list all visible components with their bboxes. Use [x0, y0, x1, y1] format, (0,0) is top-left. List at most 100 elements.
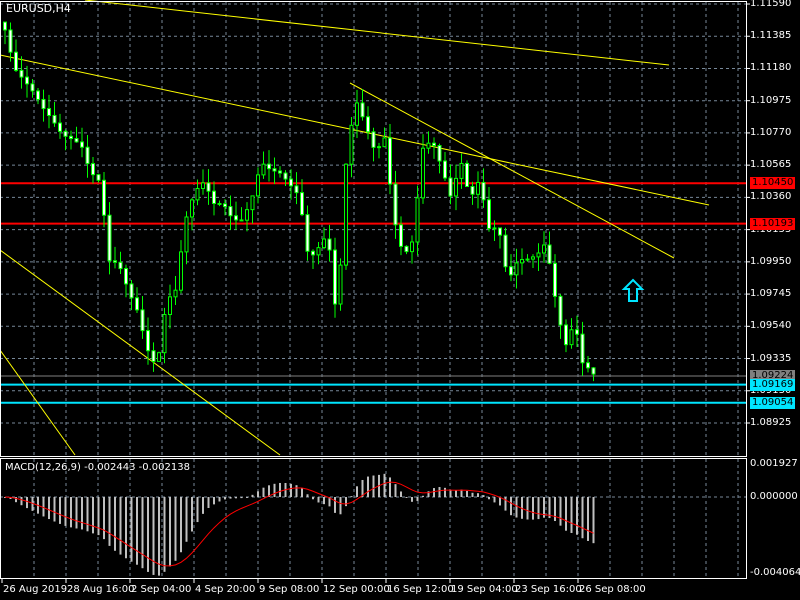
candle-body [151, 350, 156, 362]
macd-histogram-bar [218, 497, 221, 502]
macd-histogram-bar [257, 491, 259, 497]
candle-body [173, 289, 178, 298]
macd-histogram-bar [191, 497, 193, 532]
candle-body [382, 137, 387, 148]
macd-histogram-bar [581, 497, 584, 539]
candle-body [586, 362, 590, 369]
candle-body [492, 227, 497, 230]
price-label: 1.08925 [750, 417, 792, 428]
candle-body [514, 262, 519, 276]
candle-body [377, 146, 381, 149]
candle-body [498, 227, 502, 236]
macd-histogram-bar [20, 497, 23, 506]
candle-body [404, 245, 409, 253]
candle-body [333, 249, 337, 305]
candle-body [558, 295, 563, 326]
macd-histogram-bar [224, 497, 226, 500]
main-panel-border [0, 1, 747, 457]
trendline [349, 82, 675, 259]
macd-histogram-bar [334, 497, 336, 513]
candle-body [74, 138, 79, 143]
macd-histogram-bar [499, 497, 501, 506]
candle-body [250, 195, 255, 211]
macd-histogram-bar [163, 497, 166, 572]
macd-histogram-bar [26, 497, 28, 509]
macd-histogram-bar [207, 497, 210, 508]
candle-body [349, 124, 354, 165]
macd-histogram-bar [570, 497, 573, 533]
candle-body [305, 214, 310, 252]
candle-body [476, 181, 480, 195]
candle-body [195, 188, 200, 201]
macd-histogram-bar [53, 497, 56, 522]
macd-histogram-bar [587, 497, 589, 541]
macd-histogram-bar [515, 497, 518, 518]
macd-histogram-bar [345, 497, 347, 507]
macd-histogram-bar [174, 497, 177, 561]
price-label: 1.10975 [750, 94, 792, 106]
candle-body [190, 199, 194, 218]
candle-body [63, 130, 68, 137]
macd-histogram-bar [92, 497, 94, 534]
candle-body [399, 224, 403, 247]
candle-body [179, 251, 183, 291]
candle-body [327, 238, 332, 251]
horizontal-levels[interactable] [0, 182, 746, 404]
macd-histogram-bar [273, 483, 276, 497]
time-label: 19 Sep 04:00 [451, 584, 518, 595]
candle-body [454, 177, 458, 197]
candle-body [316, 247, 321, 256]
candle-body [245, 209, 249, 221]
candle-body [311, 250, 315, 256]
macd-histogram-bar [532, 497, 534, 520]
candle-body [36, 90, 40, 100]
candle-body [3, 21, 7, 31]
macd-histogram-bar [510, 497, 512, 516]
candle-body [553, 262, 557, 297]
macd-histogram-bar [559, 497, 562, 526]
macd-histogram-bar [323, 497, 325, 505]
candle-body [212, 190, 216, 204]
up-arrow-icon[interactable] [621, 278, 645, 302]
candle-body [509, 266, 513, 276]
macd-histogram-bar [262, 487, 265, 497]
candle-body [14, 51, 18, 71]
candle-body [278, 170, 282, 174]
candle-body [201, 182, 205, 190]
price-label: 1.10770 [750, 126, 792, 138]
candle-body [206, 182, 211, 192]
candle-body [360, 102, 365, 118]
candle-body [146, 330, 150, 352]
macd-axis-label: -0.004064 [750, 567, 800, 578]
macd-histogram-bar [422, 495, 424, 497]
candle-body [272, 168, 277, 172]
candle-body [459, 162, 464, 179]
macd-histogram-bar [565, 497, 567, 531]
time-label: 12 Sep 00:00 [323, 584, 390, 595]
candle-body [25, 76, 29, 85]
candle-body [91, 163, 95, 176]
macd-histogram-bar [141, 497, 144, 569]
macd-histogram-bar [185, 497, 188, 542]
candle-body [69, 135, 73, 140]
candle-body [432, 142, 436, 147]
macd-histogram-bar [356, 486, 358, 497]
macd-histogram-bar [279, 482, 281, 497]
macd-histogram-bar [488, 497, 490, 500]
macd-histogram-bar [64, 497, 67, 526]
price-label: 1.11180 [750, 62, 792, 74]
candle-body [575, 329, 579, 335]
macd-histogram-bar [537, 497, 540, 520]
macd-histogram-bar [471, 492, 474, 497]
time-label: 23 Sep 16:00 [515, 584, 582, 595]
macd-histogram-bar [180, 497, 182, 553]
candle-body [355, 102, 359, 126]
time-label: 16 Sep 12:00 [387, 584, 454, 595]
chart-canvas[interactable] [0, 0, 800, 600]
candle-body [481, 181, 486, 201]
macd-histogram-bar [383, 473, 386, 497]
macd-histogram-bar [416, 497, 419, 501]
macd-histogram-bar [477, 493, 479, 497]
macd-histogram-bar [400, 491, 402, 497]
candle-body [415, 197, 420, 243]
